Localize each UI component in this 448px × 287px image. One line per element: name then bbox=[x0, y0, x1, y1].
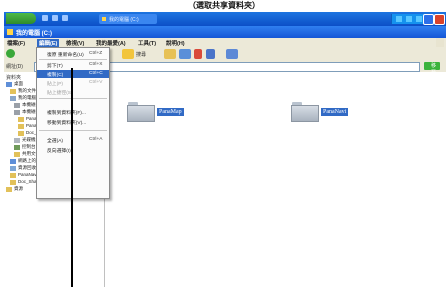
folder-label-panamap[interactable]: PanaMap bbox=[157, 108, 184, 116]
menu-item-copy[interactable]: 複製(C) Ctrl+C bbox=[37, 70, 109, 78]
folder-icon[interactable] bbox=[291, 102, 319, 122]
quicklaunch-ie-icon[interactable] bbox=[42, 15, 48, 21]
folder-icon bbox=[14, 152, 20, 157]
edit-menu-dropdown: 復原 重新命名(U) Ctrl+Z 剪下(T) Ctrl+X 複製(C) Ctr… bbox=[36, 47, 110, 199]
folder-icon bbox=[6, 187, 12, 192]
folder-icon bbox=[18, 131, 24, 136]
tree-item-label: 桌面 bbox=[14, 81, 23, 86]
views-icon[interactable] bbox=[226, 49, 238, 59]
menu-tools[interactable]: 工具(T) bbox=[138, 39, 156, 47]
menu-item-label: 複製到資料夾(F)... bbox=[47, 111, 86, 116]
drive-icon bbox=[14, 103, 20, 108]
menu-item-label: 剪下(T) bbox=[47, 64, 63, 69]
window-titlebar[interactable]: 我的電腦 (C:) bbox=[4, 26, 446, 38]
callout-pointer-line bbox=[71, 68, 73, 287]
menu-item-invert-selection[interactable]: 反向選擇(I) bbox=[37, 146, 109, 154]
menu-separator bbox=[39, 59, 107, 60]
control-panel-icon bbox=[14, 145, 20, 150]
menu-separator bbox=[39, 130, 107, 131]
move-to-icon[interactable] bbox=[179, 49, 191, 59]
start-button[interactable] bbox=[6, 13, 36, 24]
computer-icon bbox=[10, 96, 16, 101]
menu-item-label: 全選(A) bbox=[47, 139, 63, 144]
quicklaunch-desktop-icon[interactable] bbox=[52, 15, 58, 21]
tree-item-label: 資源 bbox=[14, 186, 23, 191]
menu-item-shortcut: Ctrl+V bbox=[89, 80, 103, 85]
menu-favorites[interactable]: 我的最愛(A) bbox=[96, 39, 126, 47]
menu-edit[interactable]: 編輯(E) bbox=[37, 39, 60, 47]
menu-item-paste[interactable]: 貼上(P) Ctrl+V bbox=[37, 79, 109, 87]
search-icon[interactable] bbox=[122, 49, 134, 59]
folder-label-pananavi[interactable]: PanaNavi bbox=[321, 108, 349, 116]
page-caption: （選取共享資料夾） bbox=[188, 1, 260, 10]
menu-item-label: 貼上捷徑(S) bbox=[47, 91, 73, 96]
search-button-label[interactable]: 搜尋 bbox=[136, 51, 146, 58]
folder-icon bbox=[18, 124, 24, 129]
recycle-bin-icon bbox=[10, 166, 16, 171]
menu-separator bbox=[39, 98, 107, 99]
folder-icon bbox=[102, 17, 106, 21]
close-button[interactable] bbox=[434, 14, 445, 25]
delete-icon[interactable] bbox=[194, 49, 202, 59]
menu-file[interactable]: 檔案(F) bbox=[7, 39, 25, 47]
menu-view[interactable]: 檢視(V) bbox=[66, 39, 84, 47]
menu-item-undo[interactable]: 復原 重新命名(U) Ctrl+Z bbox=[37, 50, 109, 58]
folder-icon bbox=[10, 89, 16, 94]
address-label: 網址(D) bbox=[6, 64, 23, 70]
clock-icon[interactable] bbox=[416, 16, 422, 22]
drive-icon bbox=[14, 110, 20, 115]
folder-icon bbox=[10, 180, 16, 185]
menu-item-move-to-folder[interactable]: 移動到資料夾(V)... bbox=[37, 118, 109, 126]
folder-icon bbox=[10, 173, 16, 178]
taskbar: 我的電腦 (C:) bbox=[4, 12, 446, 26]
taskbar-task-label: 我的電腦 (C:) bbox=[109, 17, 139, 23]
menu-item-cut[interactable]: 剪下(T) Ctrl+X bbox=[37, 61, 109, 69]
back-arrow-icon[interactable] bbox=[6, 49, 15, 58]
folder-icon[interactable] bbox=[127, 102, 155, 122]
menu-item-label: 反向選擇(I) bbox=[47, 149, 71, 154]
folder-content-pane: PanaMap PanaNavi bbox=[105, 72, 446, 287]
desktop-icon bbox=[6, 82, 12, 87]
menu-item-select-all[interactable]: 全選(A) Ctrl+A bbox=[37, 136, 109, 144]
tree-item-label: 我的文件 bbox=[18, 88, 36, 93]
network-icon bbox=[10, 159, 16, 164]
maximize-button[interactable] bbox=[423, 14, 434, 25]
menu-item-paste-shortcut[interactable]: 貼上捷徑(S) bbox=[37, 88, 109, 96]
menu-item-label: 復原 重新命名(U) bbox=[47, 53, 84, 58]
menu-item-shortcut: Ctrl+C bbox=[89, 71, 103, 76]
windows-logo-icon bbox=[436, 38, 444, 47]
undo-icon[interactable] bbox=[206, 49, 215, 59]
folders-icon[interactable] bbox=[164, 49, 176, 59]
tree-item-label: 我的電腦 bbox=[18, 95, 36, 100]
menu-item-shortcut: Ctrl+A bbox=[89, 137, 103, 142]
tree-item-label: 控制台 bbox=[22, 144, 36, 149]
quicklaunch-media-icon[interactable] bbox=[62, 15, 68, 21]
window-title: 我的電腦 (C:) bbox=[16, 31, 52, 37]
folder-icon bbox=[7, 29, 13, 35]
menu-item-copy-to-folder[interactable]: 複製到資料夾(F)... bbox=[37, 108, 109, 116]
cd-drive-icon bbox=[14, 138, 20, 143]
menu-item-label: 複製(C) bbox=[47, 73, 64, 78]
volume-icon[interactable] bbox=[406, 16, 412, 22]
taskbar-task-button[interactable]: 我的電腦 (C:) bbox=[99, 14, 157, 24]
folder-icon bbox=[18, 117, 24, 122]
menu-item-label: 貼上(P) bbox=[47, 82, 63, 87]
menu-item-shortcut: Ctrl+Z bbox=[89, 51, 103, 56]
folder-tree-header: 資料夾 bbox=[6, 75, 22, 81]
menu-item-shortcut: Ctrl+X bbox=[89, 62, 103, 67]
menu-item-label: 移動到資料夾(V)... bbox=[47, 121, 87, 126]
menubar: 檔案(F) 編輯(E) 檢視(V) 我的最愛(A) 工具(T) 說明(H) bbox=[4, 38, 446, 47]
menu-help[interactable]: 說明(H) bbox=[166, 39, 185, 47]
network-icon[interactable] bbox=[396, 16, 402, 22]
go-button[interactable]: 移至 bbox=[424, 62, 440, 76]
